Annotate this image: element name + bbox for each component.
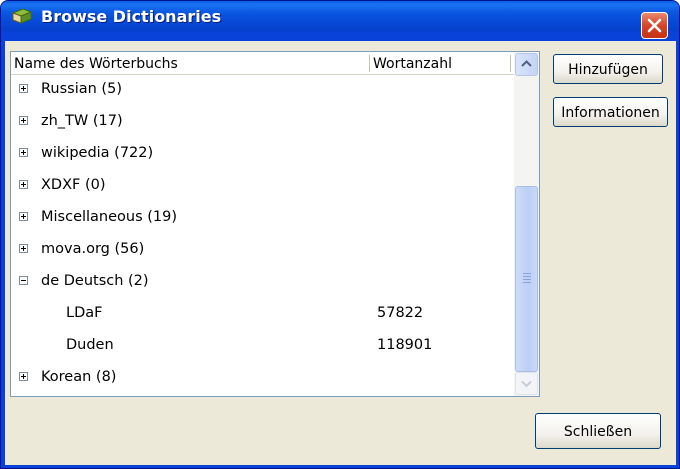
tree-row-name: XDXF (0) bbox=[41, 177, 106, 193]
dialog-body: Name des Wörterbuchs Wortanzahl Russian … bbox=[5, 41, 676, 465]
thumb-grip bbox=[523, 279, 531, 280]
info-button-label: Informationen bbox=[561, 105, 660, 121]
add-button-label: Hinzufügen bbox=[568, 62, 648, 78]
thumb-grip bbox=[523, 273, 531, 274]
tree-row[interactable]: Korean (8) bbox=[11, 363, 514, 395]
tree-row[interactable]: de Deutsch (2) bbox=[11, 267, 514, 299]
tree-row[interactable]: Duden 118901 bbox=[11, 331, 514, 363]
tree-row-name: LDaF bbox=[66, 305, 103, 321]
dialog-window: Browse Dictionaries Name des Wörterbuchs… bbox=[0, 0, 680, 469]
close-icon bbox=[647, 18, 662, 33]
tree-row-name: wikipedia (722) bbox=[41, 145, 154, 161]
thumb-grip bbox=[523, 282, 531, 283]
tree-row-name: zh_TW (17) bbox=[41, 113, 123, 129]
vertical-scrollbar[interactable] bbox=[514, 52, 539, 396]
tree-row-name: mova.org (56) bbox=[41, 241, 145, 257]
expand-plus-icon[interactable] bbox=[19, 212, 28, 221]
tree-row[interactable]: mova.org (56) bbox=[11, 235, 514, 267]
scroll-up-button[interactable] bbox=[515, 53, 538, 76]
tree-row-name: Miscellaneous (19) bbox=[41, 209, 178, 225]
add-button[interactable]: Hinzufügen bbox=[553, 54, 663, 84]
column-separator[interactable] bbox=[369, 55, 370, 72]
expand-plus-icon[interactable] bbox=[19, 372, 28, 381]
collapse-minus-icon[interactable] bbox=[19, 276, 28, 285]
expand-plus-icon[interactable] bbox=[19, 244, 28, 253]
tree-row[interactable]: Russian (5) bbox=[11, 75, 514, 107]
expand-plus-icon[interactable] bbox=[19, 116, 28, 125]
scroll-up-arrow-icon bbox=[521, 60, 532, 67]
tree-row[interactable]: zh_TW (17) bbox=[11, 107, 514, 139]
title-bar[interactable]: Browse Dictionaries bbox=[1, 1, 679, 31]
scroll-down-arrow-icon bbox=[521, 380, 532, 388]
tree-row-name: Russian (5) bbox=[41, 81, 122, 97]
window-title: Browse Dictionaries bbox=[41, 7, 222, 26]
info-button[interactable]: Informationen bbox=[553, 97, 668, 127]
column-header: Name des Wörterbuchs Wortanzahl bbox=[11, 52, 514, 75]
tree-row-name: de Deutsch (2) bbox=[41, 273, 149, 289]
tree-row-name: Korean (8) bbox=[41, 369, 117, 385]
scroll-thumb[interactable] bbox=[515, 186, 538, 372]
tree-row[interactable]: XDXF (0) bbox=[11, 171, 514, 203]
thumb-grip bbox=[523, 276, 531, 277]
column-separator[interactable] bbox=[510, 55, 511, 72]
tree-row[interactable]: LDaF 57822 bbox=[11, 299, 514, 331]
expand-plus-icon[interactable] bbox=[19, 180, 28, 189]
tree-row[interactable]: Miscellaneous (19) bbox=[11, 203, 514, 235]
tree-row[interactable]: wikipedia (722) bbox=[11, 139, 514, 171]
close-dialog-button-label: Schließen bbox=[563, 424, 633, 440]
expand-plus-icon[interactable] bbox=[19, 148, 28, 157]
dictionary-book-icon bbox=[11, 7, 33, 25]
scroll-down-button[interactable] bbox=[515, 372, 538, 395]
column-header-name[interactable]: Name des Wörterbuchs bbox=[14, 56, 178, 72]
dictionary-tree[interactable]: Name des Wörterbuchs Wortanzahl Russian … bbox=[10, 51, 540, 397]
expand-plus-icon[interactable] bbox=[19, 84, 28, 93]
tree-row-wordcount: 118901 bbox=[377, 337, 433, 353]
column-header-wordcount[interactable]: Wortanzahl bbox=[373, 56, 452, 72]
close-button[interactable] bbox=[641, 12, 668, 39]
tree-row-name: Duden bbox=[66, 337, 114, 353]
close-dialog-button[interactable]: Schließen bbox=[535, 413, 661, 449]
tree-row-wordcount: 57822 bbox=[377, 305, 424, 321]
